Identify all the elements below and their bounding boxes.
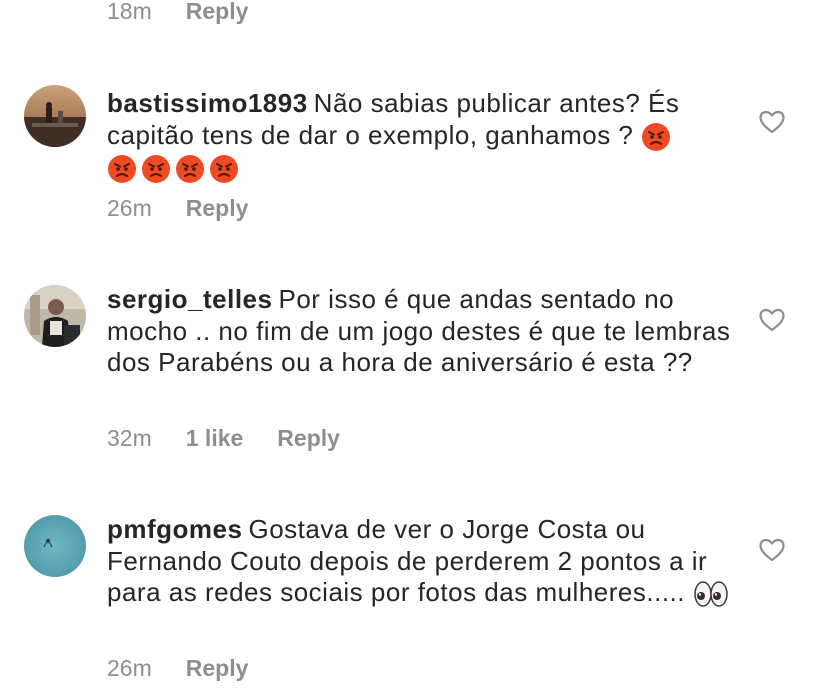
comment-meta: 32m 1 like Reply xyxy=(107,425,340,452)
comment-body: sergio_telles Por isso é que andas sentad… xyxy=(107,284,737,379)
comment-username[interactable]: bastissimo1893 xyxy=(107,88,308,118)
comment-meta: 26m Reply xyxy=(107,655,248,682)
comment-meta: 26m Reply xyxy=(107,195,248,222)
likes-count[interactable]: 1 like xyxy=(186,425,244,452)
avatar[interactable] xyxy=(24,515,86,577)
angry-face-icon xyxy=(107,154,137,184)
reply-button[interactable]: Reply xyxy=(186,655,249,682)
comment-time: 26m xyxy=(107,655,152,681)
previous-comment-meta: 18m Reply xyxy=(107,0,248,25)
comment-body: pmfgomes Gostava de ver o Jorge Costa ou … xyxy=(107,514,737,609)
comment-time: 26m xyxy=(107,195,152,221)
avatar-image xyxy=(24,285,86,347)
comment-body: bastissimo1893 Não sabias publicar antes?… xyxy=(107,88,737,184)
comment-time: 32m xyxy=(107,425,152,451)
angry-face-icon xyxy=(141,154,171,184)
like-heart-icon[interactable] xyxy=(759,110,785,134)
like-heart-icon[interactable] xyxy=(759,538,785,562)
eyes-icon xyxy=(693,579,729,609)
avatar-image xyxy=(24,85,86,147)
reply-button[interactable]: Reply xyxy=(186,195,249,222)
angry-face-icon xyxy=(175,154,205,184)
reply-button[interactable]: Reply xyxy=(186,0,249,25)
angry-face-icon xyxy=(641,122,671,152)
avatar[interactable] xyxy=(24,85,86,147)
comment-time: 18m xyxy=(107,0,152,24)
reply-button[interactable]: Reply xyxy=(277,425,340,452)
avatar-image xyxy=(24,515,86,577)
angry-face-icon xyxy=(209,154,239,184)
comment-username[interactable]: sergio_telles xyxy=(107,284,272,314)
avatar[interactable] xyxy=(24,285,86,347)
like-heart-icon[interactable] xyxy=(759,308,785,332)
comment-username[interactable]: pmfgomes xyxy=(107,514,242,544)
